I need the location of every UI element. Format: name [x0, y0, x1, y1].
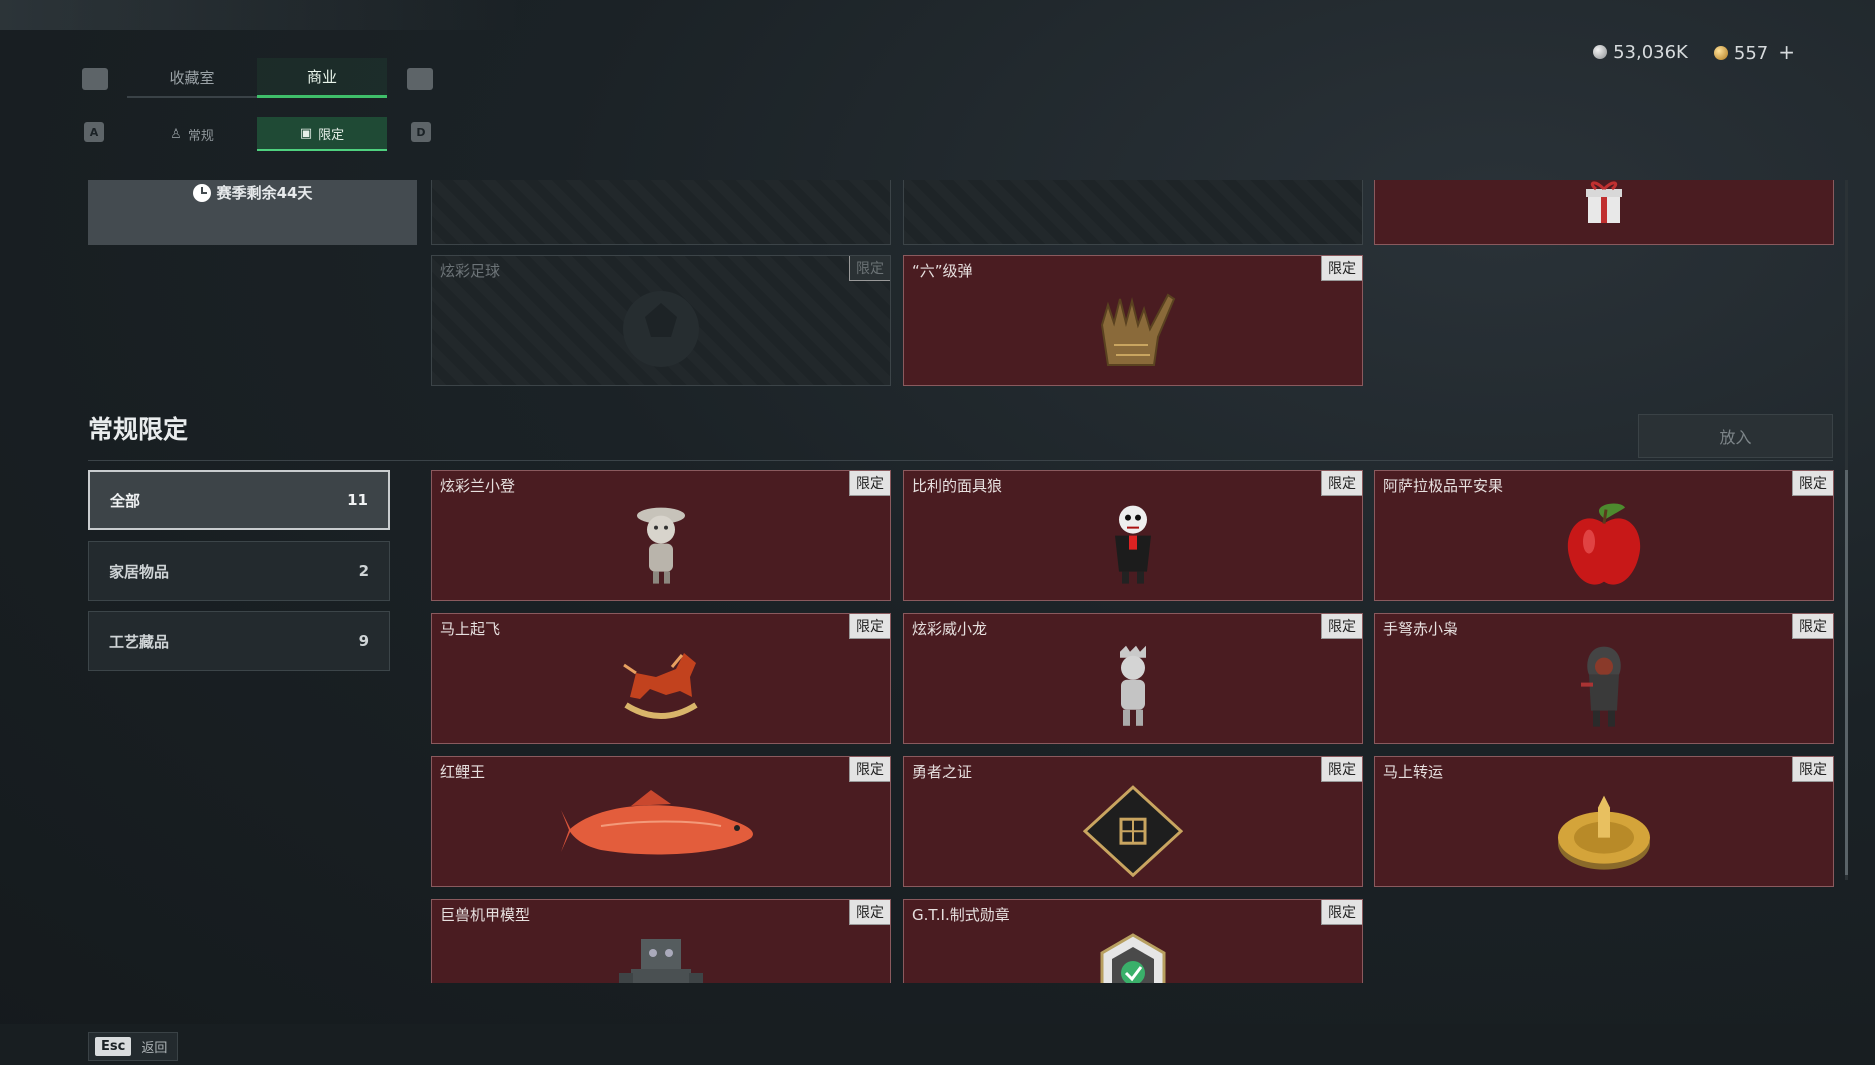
limited-badge: 限定	[1792, 757, 1833, 782]
apple-icon	[1567, 502, 1641, 585]
gold-wheel-icon	[1558, 795, 1650, 870]
item-name: 马上转运	[1383, 763, 1444, 781]
silver-currency: 53,036K	[1593, 42, 1688, 63]
item-card[interactable]: 勇者之证 限定	[903, 756, 1363, 887]
mech-model-icon	[619, 938, 703, 983]
item-card[interactable]: 巨兽机甲模型 限定	[431, 899, 891, 983]
title-bar	[0, 0, 520, 30]
badge-card-icon	[1083, 784, 1183, 877]
limited-badge: 限定	[1792, 614, 1833, 639]
season-remaining: 赛季剩余44天	[216, 184, 313, 202]
item-name: 巨兽机甲模型	[440, 906, 531, 924]
section-divider	[88, 460, 1833, 461]
gold-currency: 557 +	[1713, 40, 1795, 64]
item-card[interactable]: 炫彩威小龙 限定	[903, 613, 1363, 744]
prev-tab-key[interactable]	[82, 68, 108, 90]
key-d-hint: D	[411, 122, 431, 142]
item-card[interactable]: 马上起飞 限定	[431, 613, 891, 744]
subtab-limited[interactable]: ▣ 限定	[257, 117, 387, 151]
locked-item-card[interactable]	[903, 180, 1363, 245]
item-name: 炫彩兰小登	[440, 477, 516, 495]
locked-item-card[interactable]	[431, 180, 891, 245]
category-label: 全部	[110, 491, 141, 510]
carp-fish-icon	[561, 789, 753, 854]
content-scroll-area: 赛季剩余44天 炫彩足球 限定 “六”级弹 限定 常规限定 放入 全部 11 家…	[0, 180, 1875, 983]
add-currency-button[interactable]: +	[1778, 40, 1795, 64]
item-card[interactable]: 比利的面具狼 限定	[903, 470, 1363, 601]
limited-badge: 限定	[1321, 757, 1362, 782]
category-label: 工艺藏品	[109, 632, 170, 651]
item-name: 炫彩足球	[440, 262, 501, 280]
item-name: 勇者之证	[912, 763, 973, 781]
currency-display: 53,036K 557 +	[1593, 40, 1795, 64]
tab-commerce[interactable]: 商业	[257, 58, 387, 98]
section-title: 常规限定	[88, 415, 189, 444]
subtab-regular[interactable]: ♙ 常规	[127, 117, 257, 151]
item-card[interactable]: “六”级弹 限定	[903, 255, 1363, 386]
item-card[interactable]	[1374, 180, 1834, 245]
item-card[interactable]: 阿萨拉极品平安果 限定	[1374, 470, 1834, 601]
gold-coin-icon	[1713, 46, 1728, 60]
bottom-bar	[0, 1024, 1875, 1065]
next-tab-key[interactable]	[407, 68, 433, 90]
item-name: 马上起飞	[440, 620, 501, 638]
dragon-figure-icon	[1120, 645, 1146, 726]
limited-badge: 限定	[849, 256, 890, 281]
item-name: G.T.I.制式勋章	[912, 906, 1010, 924]
back-button[interactable]: Esc 返回	[88, 1032, 179, 1061]
item-name: 比利的面具狼	[912, 477, 1003, 495]
subtab-regular-label: 常规	[187, 128, 214, 144]
esc-key: Esc	[95, 1037, 132, 1056]
medal-icon	[1100, 932, 1166, 983]
hooded-figure-icon	[1581, 646, 1621, 727]
back-label: 返回	[141, 1041, 168, 1056]
put-in-button[interactable]: 放入	[1638, 414, 1833, 458]
silver-coin-icon	[1593, 44, 1608, 59]
gold-amount: 557	[1733, 43, 1769, 64]
key-a-hint: A	[84, 122, 104, 142]
category-all[interactable]: 全部 11	[88, 470, 390, 530]
item-name: 手弩赤小枭	[1383, 620, 1459, 638]
limited-badge: 限定	[1321, 614, 1362, 639]
item-name: “六”级弹	[912, 262, 973, 280]
bullet-hand-icon	[1100, 293, 1176, 366]
clock-icon	[192, 184, 211, 202]
season-timer: 赛季剩余44天	[88, 180, 417, 245]
item-card[interactable]: 马上转运 限定	[1374, 756, 1834, 887]
item-card[interactable]: 手弩赤小枭 限定	[1374, 613, 1834, 744]
limited-badge: 限定	[1792, 471, 1833, 496]
limited-badge: 限定	[1321, 900, 1362, 925]
masked-puppet-icon	[1115, 505, 1151, 584]
locked-item-card[interactable]: 炫彩足球 限定	[431, 255, 891, 386]
figure-icon: ♙	[170, 126, 182, 142]
limited-badge: 限定	[849, 900, 890, 925]
category-home[interactable]: 家居物品 2	[88, 541, 390, 601]
limited-badge: 限定	[849, 471, 890, 496]
limited-badge: 限定	[849, 757, 890, 782]
category-count: 11	[347, 491, 368, 509]
limited-badge: 限定	[1321, 256, 1362, 281]
limited-badge: 限定	[849, 614, 890, 639]
item-card[interactable]: G.T.I.制式勋章 限定	[903, 899, 1363, 983]
item-card[interactable]: 炫彩兰小登 限定	[431, 470, 891, 601]
category-craft[interactable]: 工艺藏品 9	[88, 611, 390, 671]
subtab-limited-label: 限定	[318, 127, 345, 143]
item-name: 阿萨拉极品平安果	[1383, 477, 1504, 495]
silver-amount: 53,036K	[1613, 41, 1688, 63]
tab-collection[interactable]: 收藏室	[127, 58, 257, 98]
figure-doll-icon	[637, 507, 685, 584]
gift-box-icon	[1586, 181, 1622, 223]
soccer-ball-icon	[623, 290, 699, 367]
category-label: 家居物品	[109, 562, 170, 581]
limited-badge: 限定	[1321, 471, 1362, 496]
item-card[interactable]: 红鲤王 限定	[431, 756, 891, 887]
rocking-horse-icon	[623, 652, 698, 719]
item-name: 炫彩威小龙	[912, 620, 988, 638]
image-icon: ▣	[299, 125, 313, 141]
item-name: 红鲤王	[440, 763, 486, 781]
category-count: 9	[358, 632, 369, 650]
category-count: 2	[358, 562, 369, 580]
